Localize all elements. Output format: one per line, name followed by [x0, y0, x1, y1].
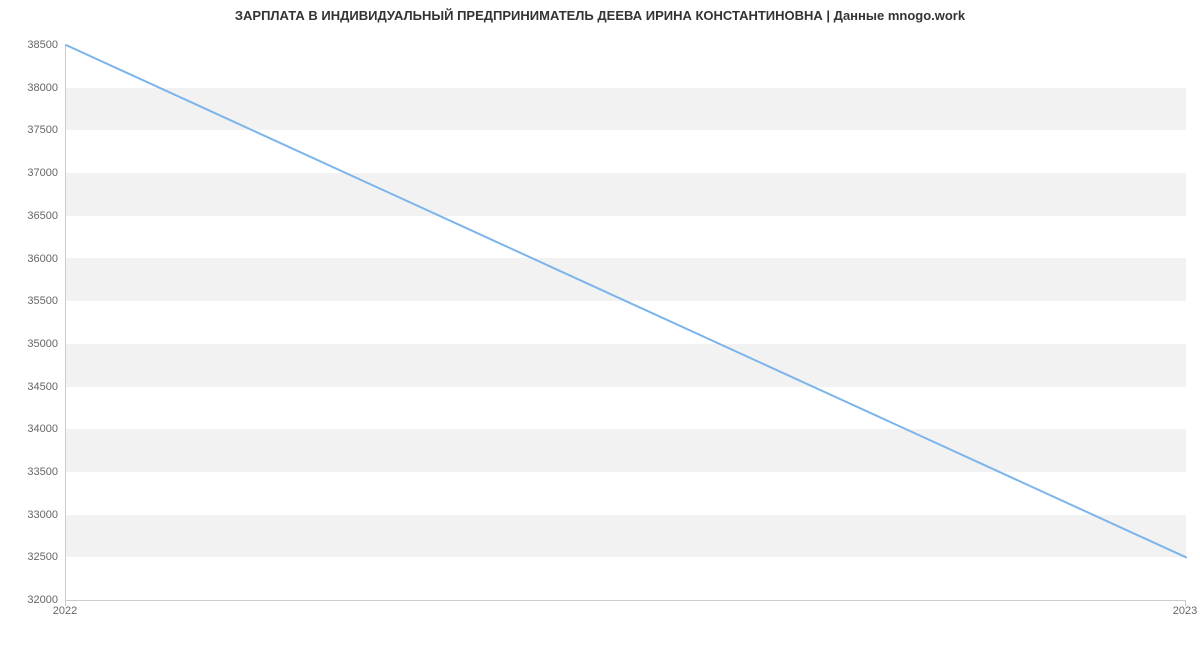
y-tick-label: 32500	[8, 551, 58, 563]
y-tick-label: 35500	[8, 295, 58, 307]
x-tick-label: 2022	[53, 605, 77, 617]
y-tick-label: 35000	[8, 338, 58, 350]
y-tick-label: 37500	[8, 124, 58, 136]
y-tick-label: 38500	[8, 39, 58, 51]
y-tick-label: 33500	[8, 466, 58, 478]
y-tick-label: 34500	[8, 381, 58, 393]
y-tick-label: 38000	[8, 82, 58, 94]
y-tick-label: 34000	[8, 423, 58, 435]
y-tick-label: 37000	[8, 167, 58, 179]
series-line	[66, 45, 1186, 557]
y-tick-label: 36500	[8, 210, 58, 222]
chart-title: ЗАРПЛАТА В ИНДИВИДУАЛЬНЫЙ ПРЕДПРИНИМАТЕЛ…	[0, 8, 1200, 23]
salary-line-chart: ЗАРПЛАТА В ИНДИВИДУАЛЬНЫЙ ПРЕДПРИНИМАТЕЛ…	[0, 0, 1200, 650]
y-tick-label: 36000	[8, 253, 58, 265]
plot-area	[65, 45, 1186, 601]
y-tick-label: 32000	[8, 594, 58, 606]
y-tick-label: 33000	[8, 509, 58, 521]
series-svg	[66, 45, 1186, 600]
x-tick-label: 2023	[1173, 605, 1197, 617]
